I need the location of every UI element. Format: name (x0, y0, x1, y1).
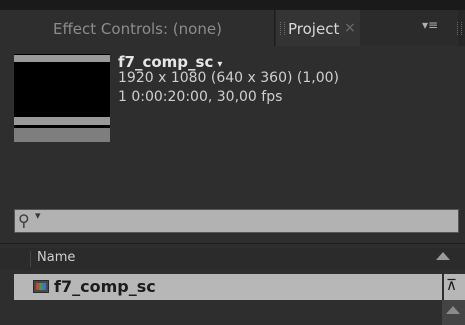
thumbnail-band (14, 55, 110, 62)
item-info-name[interactable]: f7_comp_sc ▾ (118, 53, 222, 71)
item-info-duration: 1 0:00:20:00, 30,00 fps (118, 89, 283, 105)
column-separator (30, 251, 31, 267)
tab-project[interactable]: Project × (276, 10, 360, 46)
scrollbar[interactable] (442, 300, 465, 325)
sort-arrow-icon[interactable] (436, 252, 450, 260)
tab-grip-icon[interactable] (280, 22, 285, 35)
tab-project-label: Project (288, 20, 340, 38)
column-name-header[interactable]: Name (37, 250, 75, 265)
item-thumbnail (14, 54, 110, 142)
top-strip (0, 0, 465, 10)
list-item[interactable]: f7_comp_sc (14, 274, 442, 300)
panel-menu-icon[interactable]: ▾≡ (422, 18, 444, 34)
tab-effect-controls[interactable]: Effect Controls: (none) (0, 10, 275, 46)
search-dropdown-icon[interactable]: ▾ (35, 209, 41, 222)
close-icon[interactable]: × (344, 20, 356, 36)
composition-icon (33, 280, 49, 293)
column-header[interactable]: Name (0, 248, 465, 270)
thumbnail-band (14, 128, 110, 142)
panel-grip-icon[interactable] (457, 22, 462, 35)
flowchart-glyph: ⊼ (446, 276, 457, 294)
search-icon[interactable]: ⚲ (18, 211, 30, 230)
thumbnail-band (14, 117, 110, 125)
search-input[interactable]: ⚲ ▾ (14, 209, 459, 233)
chevron-down-icon[interactable]: ▾ (217, 59, 222, 70)
tab-effect-controls-label: Effect Controls: (none) (53, 20, 222, 38)
item-info-dimensions: 1920 x 1080 (640 x 360) (1,00) (118, 70, 339, 86)
item-name-text: f7_comp_sc (118, 53, 214, 71)
flowchart-icon[interactable]: ⊼ (444, 274, 465, 300)
panel-divider (0, 243, 465, 244)
list-item-name: f7_comp_sc (54, 277, 156, 296)
scroll-up-icon[interactable] (446, 306, 460, 314)
